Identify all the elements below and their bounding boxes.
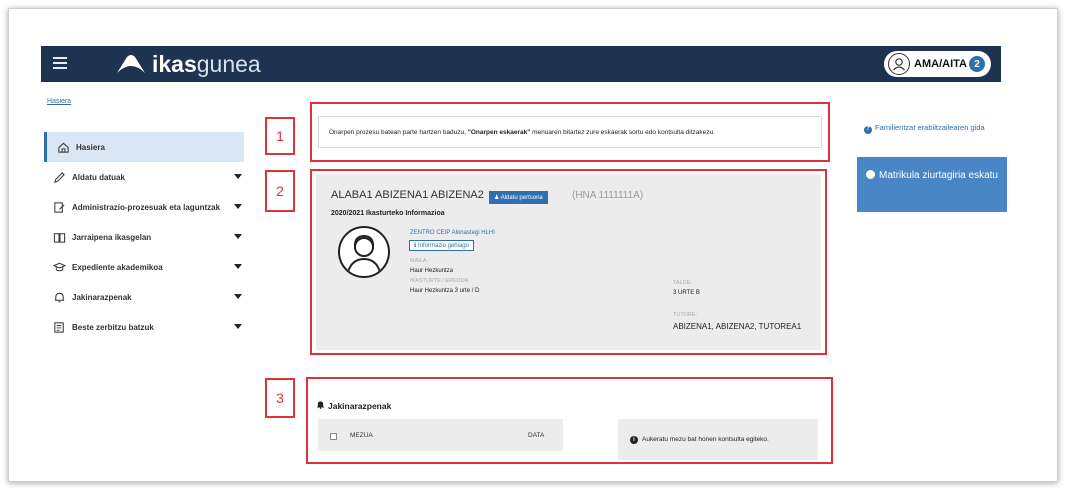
enrollment-certificate-button[interactable]: Matrikula ziurtagiria eskatu — [857, 157, 1007, 212]
chevron-down-icon — [234, 204, 242, 209]
change-person-button[interactable]: ♟ Aldatu pertsona — [489, 191, 548, 204]
logo-mark-icon — [117, 55, 145, 73]
group-label: TALDE: — [673, 280, 692, 286]
sidebar: Hasiera Aldatu datuak Administrazio-proz… — [44, 132, 244, 342]
document-edit-icon — [52, 200, 66, 214]
student-info-card: ALABA1 ABIZENA1 ABIZENA2 ♟ Aldatu pertso… — [316, 174, 821, 350]
brand-light: gunea — [196, 50, 261, 77]
bell-icon — [316, 400, 325, 411]
help-icon: ? — [864, 125, 872, 134]
course-model-value: Haur Hezkuntza 3 urte / D — [410, 288, 480, 294]
person-icon: ♟ — [494, 195, 501, 201]
tutor-label: TUTORE: — [673, 312, 698, 318]
message-info-text: Aukeratu mezu bat honen kontsulta egitek… — [642, 436, 769, 443]
notice-text-bold: "Onarpen eskaerak" — [467, 129, 531, 136]
sidebar-item-aldatu-datuak[interactable]: Aldatu datuak — [44, 162, 244, 192]
notifications-title-text: Jakinarazpenak — [328, 400, 392, 411]
chevron-down-icon — [234, 294, 242, 299]
breadcrumb-home[interactable]: Hasiera — [47, 98, 71, 105]
select-all-checkbox[interactable] — [330, 433, 337, 440]
sidebar-item-label: Beste zerbitzu batzuk — [72, 322, 154, 332]
sidebar-item-jakinarazpenak[interactable]: Jakinarazpenak — [44, 282, 244, 312]
annotation-marker-3: 3 — [265, 378, 295, 418]
chevron-down-icon — [234, 174, 242, 179]
more-info-label: Informazio gehiago — [417, 243, 469, 249]
guide-link-text: Familientzat erabiltzailearen gida — [875, 123, 985, 132]
book-icon — [52, 230, 66, 244]
level-label: MAILA : — [410, 258, 430, 264]
sidebar-item-label: Expediente akademikoa — [72, 262, 163, 272]
messages-table-header: MEZUA DATA — [318, 419, 563, 451]
brand-bold: ikas — [152, 50, 197, 77]
highlight-box-notice: Onarpen prozesu batean parte hartzen bad… — [310, 102, 830, 162]
column-header-message[interactable]: MEZUA — [350, 432, 373, 439]
notice-text-start: Onarpen prozesu batean parte hartzen bad… — [329, 129, 468, 136]
user-count-badge: 2 — [969, 56, 985, 72]
ikasgunea-logo[interactable]: ikas gunea — [116, 51, 261, 77]
family-user-guide-link[interactable]: ? Familientzat erabiltzailearen gida — [864, 122, 1004, 134]
sidebar-item-label: Hasiera — [76, 142, 105, 152]
highlight-box-student: ALABA1 ABIZENA1 ABIZENA2 ♟ Aldatu pertso… — [310, 169, 827, 355]
notifications-title: Jakinarazpenak — [316, 400, 391, 411]
pencil-icon — [52, 170, 66, 184]
school-name: ZENTRO CEIP Alonastegi HLHI — [410, 230, 495, 236]
enrollment-button-label: Matrikula ziurtagiria eskatu — [879, 170, 998, 181]
sidebar-item-expediente[interactable]: Expediente akademikoa — [44, 252, 244, 282]
chevron-down-icon — [234, 324, 242, 329]
services-icon — [52, 320, 66, 334]
user-menu-button[interactable]: AMA/AITA 2 — [884, 51, 991, 77]
home-icon — [56, 140, 70, 154]
annotation-marker-1: 1 — [265, 117, 295, 155]
group-value: 3 URTE B — [673, 290, 700, 296]
highlight-box-notifications: Jakinarazpenak MEZUA DATA i Aukeratu mez… — [306, 377, 833, 464]
sidebar-item-hasiera[interactable]: Hasiera — [44, 132, 244, 162]
level-value: Haur Hezkuntza — [410, 268, 454, 274]
menu-icon[interactable] — [53, 57, 67, 69]
circle-icon — [866, 170, 876, 179]
top-bar: ikas gunea AMA/AITA 2 — [41, 46, 1001, 82]
sidebar-item-jarraipena[interactable]: Jarraipena ikasgelan — [44, 222, 244, 252]
sidebar-item-beste-zerbitzu[interactable]: Beste zerbitzu batzuk — [44, 312, 244, 342]
chevron-down-icon — [234, 234, 242, 239]
change-person-label: Aldatu pertsona — [500, 195, 543, 201]
message-info-panel: i Aukeratu mezu bat honen kontsulta egit… — [618, 419, 818, 460]
graduation-cap-icon — [52, 260, 66, 274]
sidebar-item-label: Administrazio-prozesuak eta laguntzak — [72, 202, 221, 212]
school-year-info: 2020/2021 Ikasturteko Informazioa — [331, 210, 445, 217]
sidebar-item-label: Aldatu datuak — [72, 172, 125, 182]
more-info-button[interactable]: ℹ Informazio gehiago — [409, 240, 474, 251]
student-avatar-icon — [338, 226, 390, 278]
notice-text-end: menuaren bitartez zure eskaerak sortu ed… — [530, 129, 715, 136]
student-hna: (HNA 1111111A) — [572, 190, 644, 201]
column-header-date[interactable]: DATA — [528, 432, 544, 439]
admission-notice: Onarpen prozesu batean parte hartzen bad… — [318, 116, 822, 148]
annotation-marker-2: 2 — [265, 170, 295, 212]
user-avatar-icon — [888, 53, 911, 75]
sidebar-item-label: Jarraipena ikasgelan — [72, 232, 152, 242]
bell-icon — [52, 290, 66, 304]
info-icon: i — [630, 436, 638, 444]
sidebar-item-label: Jakinarazpenak — [72, 292, 132, 302]
course-model-label: IKASTURTE / EREDUA — [410, 278, 469, 284]
student-name: ALABA1 ABIZENA1 ABIZENA2 — [331, 189, 484, 201]
user-role-label: AMA/AITA — [914, 58, 967, 70]
chevron-down-icon — [234, 264, 242, 269]
sidebar-item-administrazio-prozesuak[interactable]: Administrazio-prozesuak eta laguntzak — [44, 192, 244, 222]
tutor-value: ABIZENA1, ABIZENA2, TUTOREA1 — [673, 322, 802, 331]
